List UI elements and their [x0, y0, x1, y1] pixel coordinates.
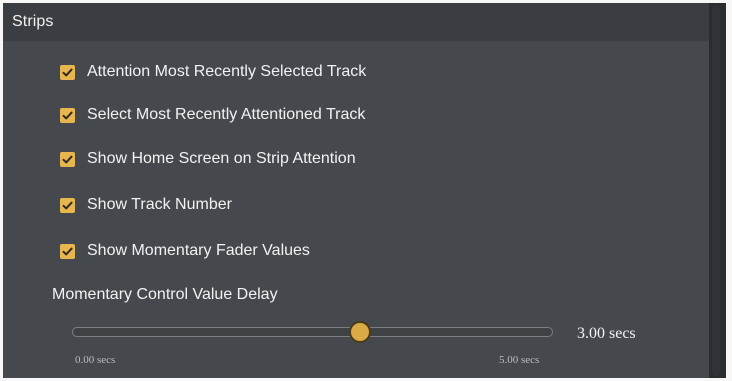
option-label: Select Most Recently Attentioned Track [87, 106, 366, 123]
option-show-home-screen-on-strip-attention[interactable]: Show Home Screen on Strip Attention [60, 147, 356, 171]
option-label: Show Momentary Fader Values [87, 242, 310, 259]
vertical-scrollbar[interactable] [709, 3, 726, 378]
slider-min-label: 0.00 secs [75, 354, 116, 366]
option-label: Show Track Number [87, 196, 232, 213]
option-show-momentary-fader-values[interactable]: Show Momentary Fader Values [60, 239, 310, 263]
checkbox-checked-icon[interactable] [60, 64, 75, 80]
momentary-delay-value: 3.00 secs [577, 325, 636, 342]
checkbox-checked-icon[interactable] [60, 197, 75, 213]
checkbox-checked-icon[interactable] [60, 151, 75, 167]
option-label: Show Home Screen on Strip Attention [87, 150, 356, 167]
option-show-track-number[interactable]: Show Track Number [60, 193, 232, 217]
momentary-delay-slider-track[interactable] [72, 327, 553, 337]
section-header: Strips [3, 3, 709, 41]
strips-panel: Strips Attention Most Recently Selected … [3, 3, 709, 378]
checkbox-checked-icon[interactable] [60, 243, 75, 259]
option-label: Attention Most Recently Selected Track [87, 63, 367, 80]
checkbox-checked-icon[interactable] [60, 107, 75, 123]
preferences-frame: Strips Attention Most Recently Selected … [3, 3, 726, 378]
section-title: Strips [12, 13, 54, 30]
slider-max-label: 5.00 secs [499, 354, 540, 366]
scrollbar-thumb[interactable] [712, 5, 720, 376]
option-select-most-recently-attentioned-track[interactable]: Select Most Recently Attentioned Track [60, 103, 365, 127]
momentary-delay-slider-thumb[interactable] [349, 321, 371, 343]
momentary-control-label: Momentary Control Value Delay [52, 286, 278, 303]
option-attention-most-recently-selected-track[interactable]: Attention Most Recently Selected Track [60, 60, 366, 84]
